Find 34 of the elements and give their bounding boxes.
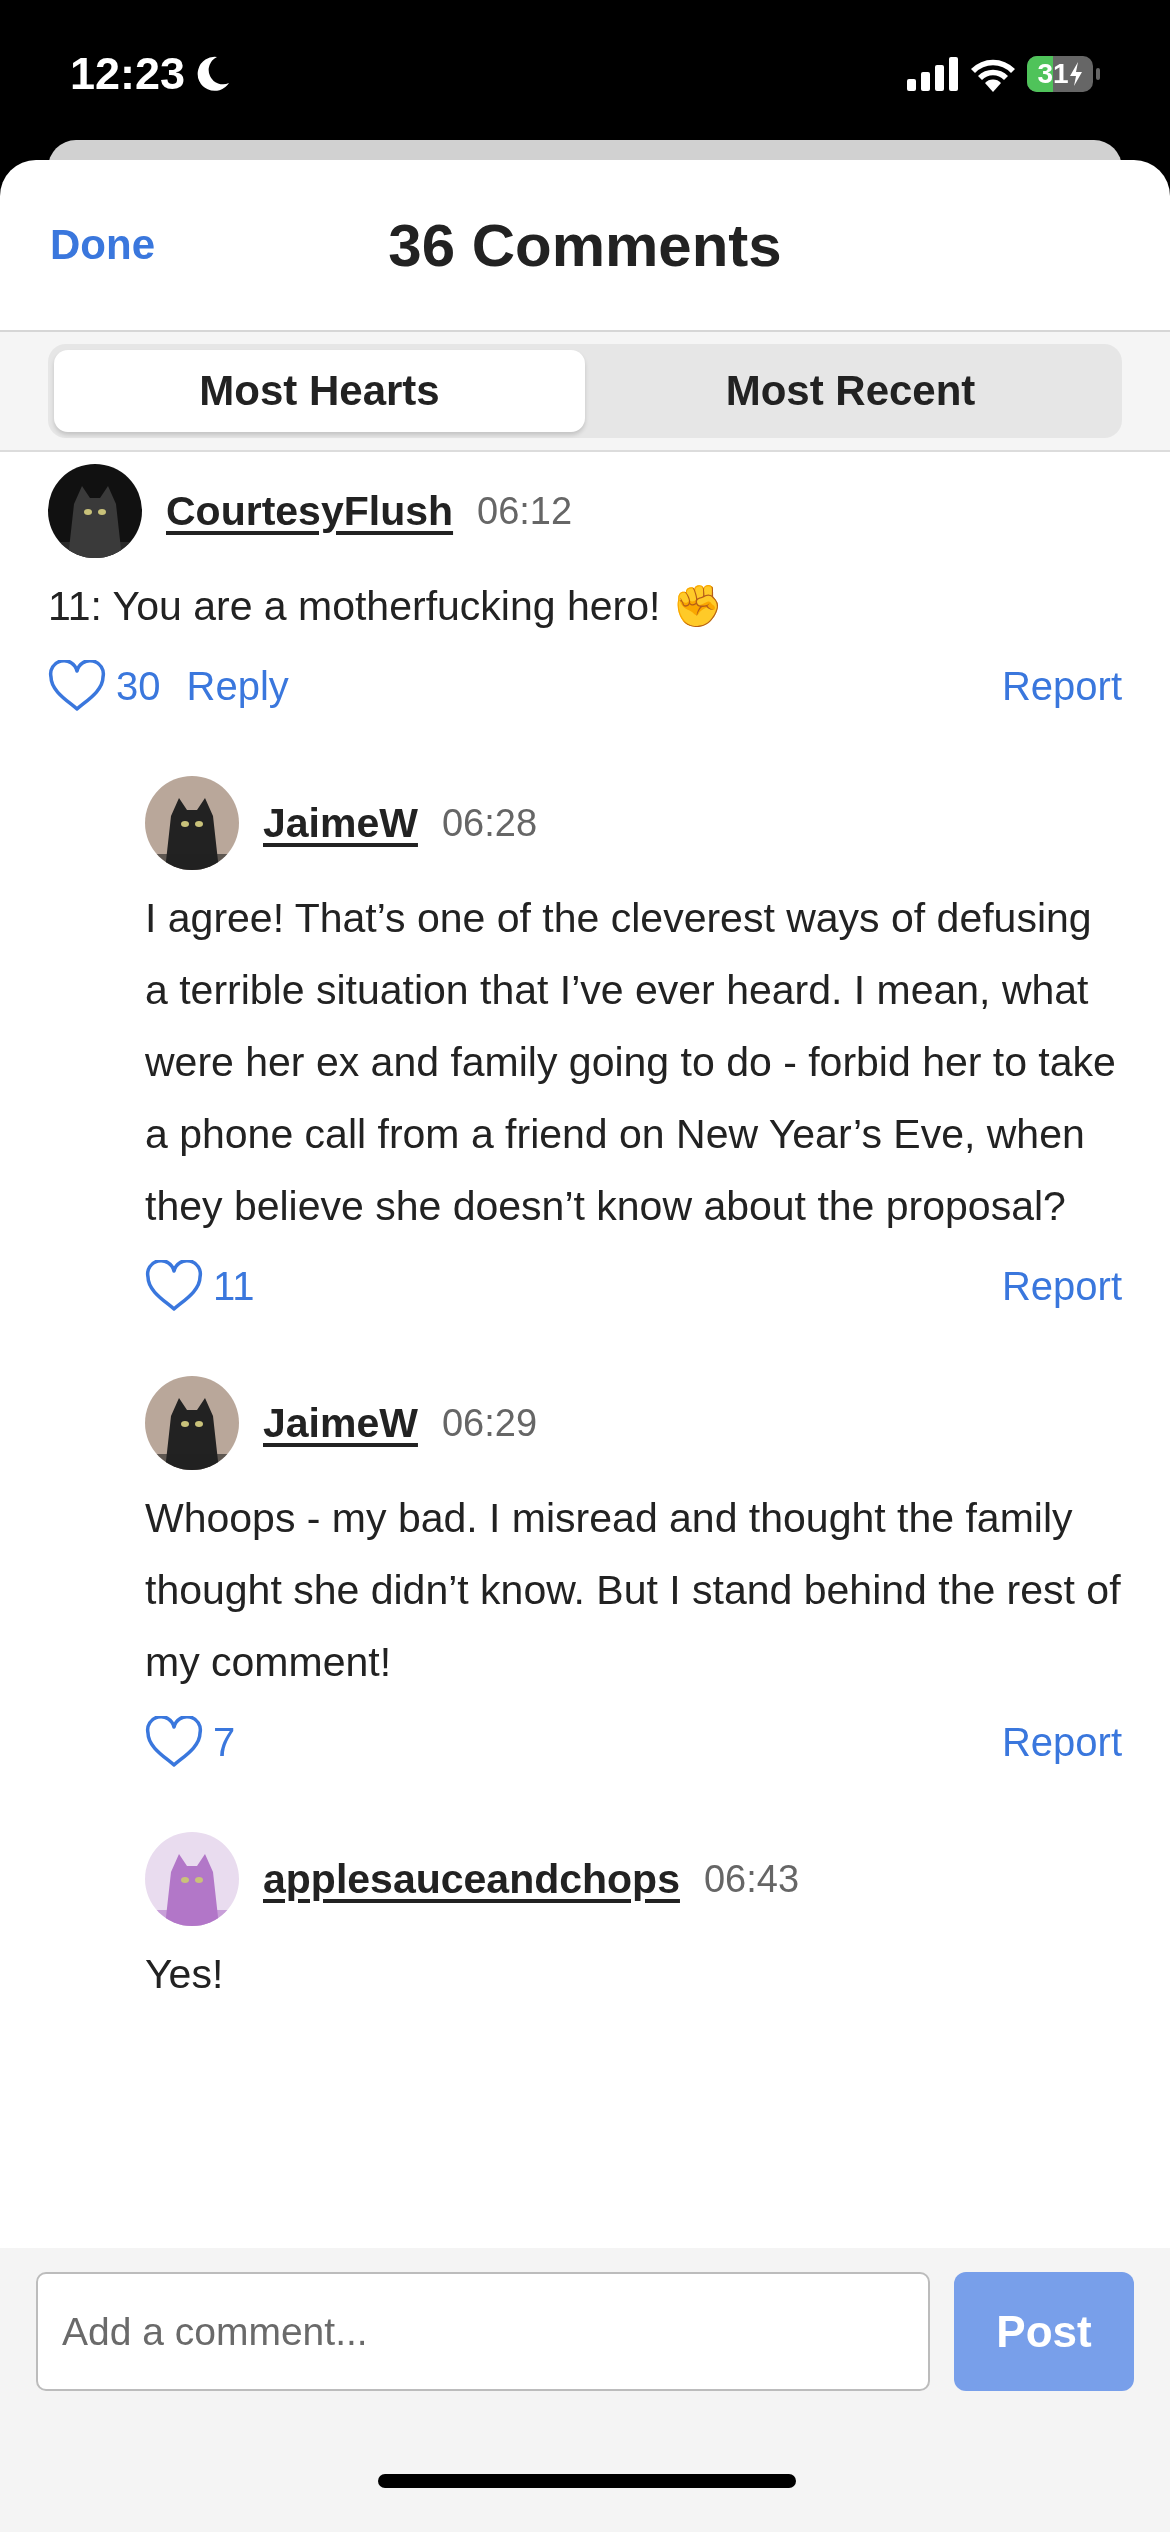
heart-count: 7 bbox=[213, 1719, 236, 1765]
sheet-title: 36 Comments bbox=[388, 210, 782, 280]
username-link[interactable]: JaimeW bbox=[263, 799, 418, 847]
username-link[interactable]: JaimeW bbox=[263, 1399, 418, 1447]
clock-time: 12:23 bbox=[70, 48, 186, 100]
heart-icon bbox=[145, 1260, 203, 1312]
report-link[interactable]: Report bbox=[1001, 1263, 1122, 1309]
report-link[interactable]: Report bbox=[1001, 663, 1122, 709]
done-button[interactable]: Done bbox=[50, 221, 155, 269]
report-link[interactable]: Report bbox=[1001, 1719, 1122, 1765]
heart-button[interactable]: 11 bbox=[145, 1260, 255, 1312]
comment-text: 11: You are a motherfucking hero! ✊ bbox=[48, 582, 724, 631]
sort-tab[interactable]: Most Recent bbox=[585, 350, 1116, 432]
heart-button[interactable]: 7 bbox=[145, 1716, 236, 1768]
heart-icon bbox=[48, 660, 106, 712]
signal-icon bbox=[907, 57, 959, 91]
comment-time: 06:29 bbox=[441, 1401, 538, 1445]
comment-text: Whoops - my bad. I misread and thought the family thought she didn’t know. But I stand behind the rest of my comment! bbox=[145, 1494, 1122, 1687]
comment-text: Yes! bbox=[145, 1950, 225, 1999]
post-button[interactable]: Post bbox=[954, 2272, 1134, 2391]
username-link[interactable]: applesauceandchops bbox=[263, 1855, 680, 1903]
heart-button[interactable]: 30 bbox=[48, 660, 161, 712]
heart-count: 11 bbox=[213, 1263, 255, 1309]
sort-tab[interactable]: Most Hearts bbox=[54, 350, 585, 432]
username-link[interactable]: CourtesyFlush bbox=[166, 487, 454, 535]
comment-time: 06:43 bbox=[703, 1857, 800, 1901]
comment-time: 06:28 bbox=[441, 801, 538, 845]
moon-icon bbox=[195, 55, 232, 93]
comment-time: 06:12 bbox=[477, 489, 573, 533]
heart-icon bbox=[145, 1716, 203, 1768]
comment-text: I agree! That’s one of the cleverest ways of defusing a terrible situation that I’ve ever heard. I mean, what were her ex and family going to do - forbid her to take a phone call from a friend on New Year’s Eve, when they believe she doesn’t know about the proposal? bbox=[145, 894, 1117, 1231]
heart-count: 30 bbox=[116, 663, 161, 709]
reply-link[interactable]: Reply bbox=[186, 663, 289, 709]
comment-input[interactable]: Add a comment... bbox=[36, 2272, 930, 2391]
